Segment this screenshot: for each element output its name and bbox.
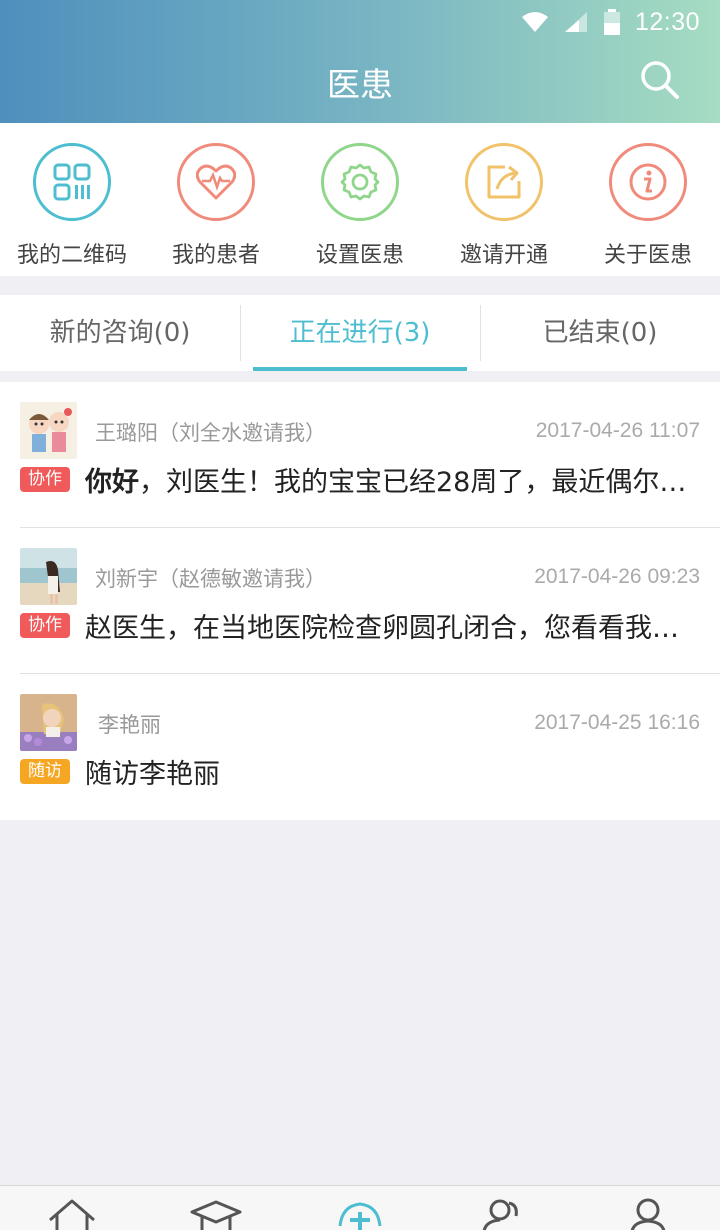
heart-pulse-icon [177,143,255,221]
beach-woman-avatar [20,548,77,605]
quick-action-patients[interactable]: 我的患者 [144,143,288,269]
signal-icon [564,12,587,32]
quick-action-settings[interactable]: 设置医患 [288,143,432,269]
share-icon [465,143,543,221]
page-title: 医患 [327,65,393,104]
quick-action-invite[interactable]: 邀请开通 [432,143,576,269]
nav-profile[interactable] [576,1198,720,1230]
message-lead: 你好 [85,467,139,498]
message-time: 2017-04-26 09:23 [534,565,700,588]
avatar [20,548,77,605]
wifi-icon [521,12,548,32]
quick-action-about[interactable]: 关于医患 [576,143,720,269]
status-bar: 12:30 [0,0,720,46]
profile-icon [630,1198,666,1230]
quick-action-label: 设置医患 [315,243,404,268]
status-time: 12:30 [634,7,700,36]
list-item[interactable]: 李艳丽 2017-04-25 16:16 随访 随访李艳丽 [0,674,720,820]
message-text: 随访李艳丽 [85,759,220,790]
message-time: 2017-04-25 16:16 [534,711,700,734]
badge-collaboration: 协作 [20,613,70,638]
badge-follow-up: 随访 [20,759,70,784]
patient-name: 李艳丽 [98,713,161,737]
quick-actions-bar: 我的二维码 我的患者 设置医患 邀请开通 关于医患 [0,123,720,276]
battery-icon [603,9,620,35]
quick-action-label: 我的二维码 [16,243,127,268]
message-preview: 你好，刘医生！我的宝宝已经28周了，最近偶尔会腹痛 [85,460,705,499]
search-button[interactable] [640,60,680,100]
gear-icon [321,143,399,221]
home-icon [49,1199,95,1230]
graduation-cap-icon [190,1200,242,1230]
avatar [20,402,77,459]
nav-learning[interactable] [144,1198,288,1230]
message-text: ，刘医生！我的宝宝已经28周了，最近偶尔会腹痛 [139,467,705,498]
badge-collaboration: 协作 [20,467,70,492]
tab-finished[interactable]: 已结束(0) [480,295,720,371]
status-icons: 12:30 [521,4,700,40]
message-preview: 随访李艳丽 [85,752,705,791]
avatar [20,694,77,751]
consultation-tabs: 新的咨询(0) 正在进行(3) 已结束(0) [0,295,720,371]
active-tab-indicator [253,367,467,371]
contacts-icon [482,1199,518,1230]
medical-cross-icon [338,1202,382,1230]
list-item[interactable]: 王璐阳（刘全水邀请我） 2017-04-26 11:07 协作 你好，刘医生！我… [0,382,720,528]
message-text: 赵医生，在当地医院检查卵圆孔闭合，您看看我的报告 [85,613,705,644]
message-preview: 赵医生，在当地医院检查卵圆孔闭合，您看看我的报告 [85,606,705,645]
nav-contacts[interactable] [432,1198,576,1230]
patient-name: 刘新宇（赵德敏邀请我） [95,567,326,591]
qr-code-icon [33,143,111,221]
quick-action-label: 我的患者 [171,243,260,268]
search-icon [641,61,679,99]
tab-in-progress[interactable]: 正在进行(3) [240,295,480,371]
quick-action-qrcode[interactable]: 我的二维码 [0,143,144,269]
nav-patients[interactable] [288,1198,432,1230]
info-icon [609,143,687,221]
cartoon-couple-avatar [20,402,77,459]
list-item[interactable]: 刘新宇（赵德敏邀请我） 2017-04-26 09:23 协作 赵医生，在当地医… [0,528,720,674]
bottom-navigation [0,1185,720,1230]
quick-action-label: 邀请开通 [459,243,548,268]
quick-action-label: 关于医患 [603,243,692,268]
nav-home[interactable] [0,1198,144,1230]
app-header: 12:30 医患 [0,0,720,123]
consultation-list: 王璐阳（刘全水邀请我） 2017-04-26 11:07 协作 你好，刘医生！我… [0,382,720,820]
flower-woman-avatar [20,694,77,751]
tab-new[interactable]: 新的咨询(0) [0,295,240,371]
patient-name: 王璐阳（刘全水邀请我） [95,421,326,445]
message-time: 2017-04-26 11:07 [535,419,700,442]
